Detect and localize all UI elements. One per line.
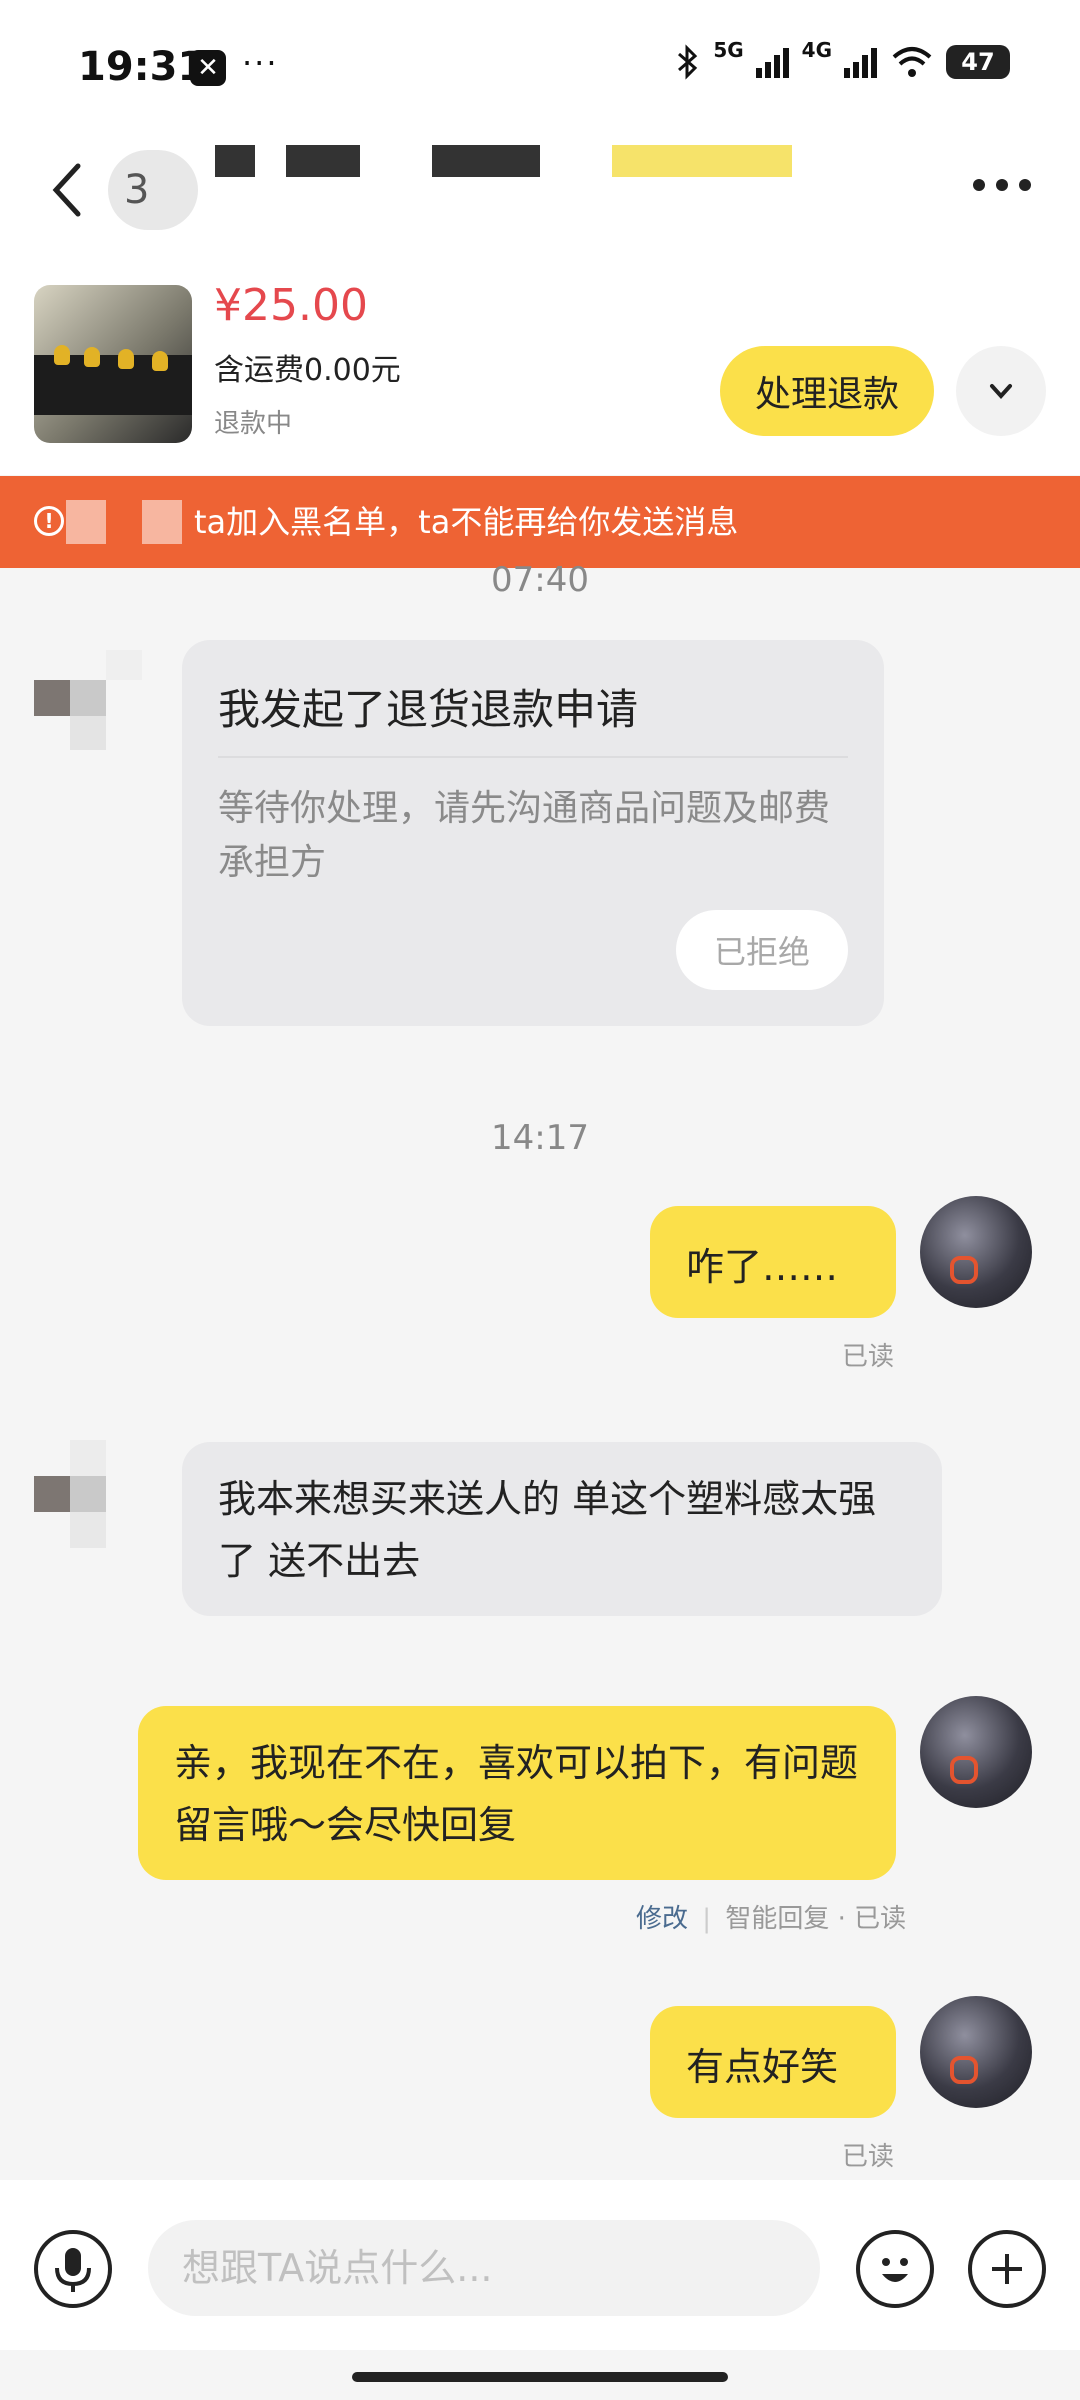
product-thumbnail[interactable] bbox=[34, 285, 192, 443]
message-bubble-outgoing[interactable]: 有点好笑 bbox=[650, 2006, 896, 2118]
seller-avatar[interactable] bbox=[34, 1440, 144, 1550]
seller-avatar-mosaic bbox=[34, 650, 142, 750]
warning-icon: ! bbox=[34, 506, 64, 536]
avatar-ring bbox=[950, 1256, 978, 1284]
product-figure bbox=[84, 347, 100, 367]
refund-card-description: 等待你处理，请先沟通商品问题及邮费承担方 bbox=[218, 788, 831, 883]
refund-status: 退款中 bbox=[214, 409, 293, 439]
message-text: 亲，我现在不在，喜欢可以拍下，有问题留言哦～会尽快回复 bbox=[174, 1741, 859, 1847]
message-text: 有点好笑 bbox=[686, 2045, 839, 2089]
signal-4g-icon bbox=[844, 48, 877, 78]
emoji-icon bbox=[882, 2258, 908, 2282]
chevron-down-icon bbox=[990, 384, 1012, 399]
home-indicator[interactable] bbox=[352, 2372, 728, 2382]
status-time: 19:31 bbox=[78, 44, 206, 90]
avatar-ring bbox=[950, 2056, 978, 2084]
handle-refund-button[interactable]: 处理退款 bbox=[720, 346, 934, 436]
timestamp: 14:17 bbox=[491, 1118, 589, 1158]
more-notifications-icon: ··· bbox=[242, 44, 279, 82]
read-receipt: 已读 bbox=[842, 2142, 895, 2172]
network-4g-label: 4G bbox=[801, 38, 832, 62]
message-bubble-auto-reply[interactable]: 亲，我现在不在，喜欢可以拍下，有问题留言哦～会尽快回复 bbox=[138, 1706, 896, 1880]
status-indicators: 5G 4G 47 bbox=[675, 38, 1010, 80]
banner-redaction bbox=[66, 500, 106, 544]
seller-avatar[interactable] bbox=[34, 640, 144, 750]
separator: | bbox=[702, 1904, 712, 1934]
refund-card-title: 我发起了退货退款申请 bbox=[218, 685, 639, 734]
my-avatar[interactable] bbox=[920, 1696, 1032, 1808]
read-receipt: 已读 bbox=[842, 1342, 895, 1372]
shipping-fee: 含运费0.00元 bbox=[214, 353, 401, 388]
signal-5g-icon bbox=[755, 48, 789, 78]
message-text: 我本来想买来送人的 单这个塑料感太强了 送不出去 bbox=[218, 1477, 877, 1583]
contact-name-redaction bbox=[215, 145, 255, 177]
message-text: 咋了…… bbox=[686, 1245, 839, 1289]
back-arrow-icon[interactable] bbox=[48, 160, 88, 220]
avatar-ring bbox=[950, 1756, 978, 1784]
edit-link[interactable]: 修改 bbox=[636, 1904, 688, 1934]
auto-reply-status: 智能回复 · 已读 bbox=[725, 1904, 907, 1934]
expand-product-button[interactable] bbox=[956, 346, 1046, 436]
my-avatar[interactable] bbox=[920, 1196, 1032, 1308]
message-bubble-outgoing[interactable]: 咋了…… bbox=[650, 1206, 896, 1318]
voice-input-button[interactable] bbox=[34, 2230, 112, 2308]
bluetooth-icon bbox=[678, 44, 698, 80]
seller-avatar-mosaic bbox=[34, 1440, 106, 1548]
contact-name-redaction bbox=[286, 145, 360, 177]
product-figure bbox=[54, 345, 70, 365]
battery-icon: 47 bbox=[946, 45, 1010, 79]
app-notification-icon: ✕ bbox=[190, 50, 226, 86]
banner-redaction bbox=[142, 500, 182, 544]
message-input[interactable] bbox=[148, 2220, 820, 2316]
plus-icon bbox=[992, 2254, 1022, 2284]
message-bubble-incoming[interactable]: 我本来想买来送人的 单这个塑料感太强了 送不出去 bbox=[182, 1442, 942, 1616]
contact-name-redaction bbox=[432, 145, 540, 177]
more-options-icon[interactable] bbox=[972, 178, 1032, 192]
product-figure bbox=[152, 351, 168, 371]
emoji-button[interactable] bbox=[856, 2230, 934, 2308]
network-5g-label: 5G bbox=[713, 38, 744, 62]
refund-rejected-badge: 已拒绝 bbox=[676, 910, 848, 990]
contact-avatar[interactable]: 3 bbox=[108, 150, 198, 230]
timestamp: 07:40 bbox=[491, 560, 589, 600]
wifi-icon bbox=[892, 47, 932, 77]
auto-reply-meta: 修改 | 智能回复 · 已读 bbox=[636, 1898, 906, 1935]
contact-name-redaction bbox=[612, 145, 792, 177]
blacklist-banner-text: ta加入黑名单，ta不能再给你发送消息 bbox=[194, 503, 739, 541]
add-attachment-button[interactable] bbox=[968, 2230, 1046, 2308]
product-price: ¥25.00 bbox=[214, 280, 368, 331]
divider bbox=[218, 756, 848, 758]
product-figure bbox=[118, 349, 134, 369]
my-avatar[interactable] bbox=[920, 1996, 1032, 2108]
microphone-icon bbox=[55, 2248, 91, 2292]
